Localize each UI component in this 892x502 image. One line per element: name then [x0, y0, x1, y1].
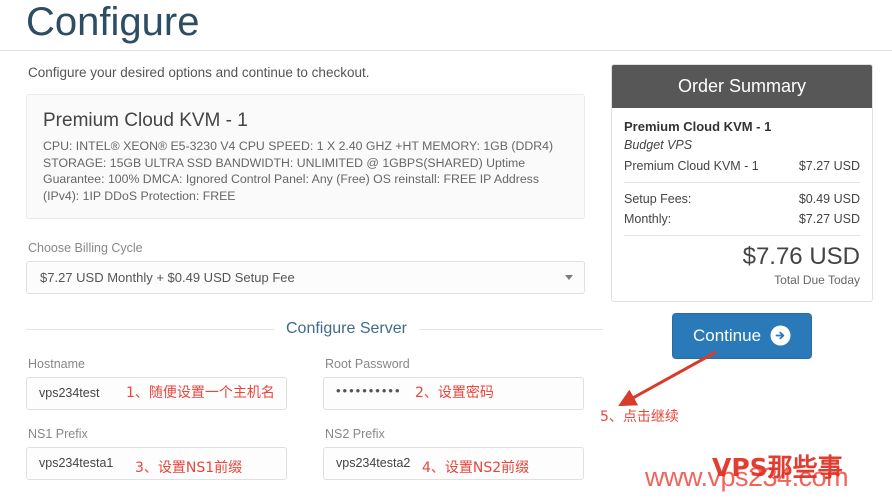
chevron-down-icon: [565, 275, 573, 280]
order-line-item-label: Premium Cloud KVM - 1: [624, 159, 759, 173]
root-password-input[interactable]: ••••••••••: [323, 377, 584, 410]
hostname-value: vps234test: [39, 386, 100, 400]
hostname-input[interactable]: vps234test: [26, 377, 287, 410]
product-description: CPU: INTEL® XEON® E5-3230 V4 CPU SPEED: …: [43, 139, 554, 203]
order-fee-monthly: Monthly: $7.27 USD: [624, 209, 860, 229]
order-product-name: Premium Cloud KVM - 1: [624, 119, 772, 134]
hostname-field-group: Hostname vps234test: [26, 356, 287, 410]
root-password-label: Root Password: [325, 357, 410, 371]
product-name: Premium Cloud KVM - 1: [43, 110, 248, 131]
ns1-prefix-input[interactable]: vps234testa1: [26, 447, 287, 480]
root-password-value: ••••••••••: [336, 383, 402, 398]
order-total-amount: $7.76 USD: [742, 243, 860, 270]
order-line-item-amount: $7.27 USD: [798, 159, 860, 173]
arrow-circle-right-icon: [770, 325, 791, 346]
watermark-brand: VPS那些事: [712, 453, 843, 482]
ns1-prefix-value: vps234testa1: [39, 456, 114, 470]
annotation-arrow-icon: [618, 350, 717, 407]
billing-cycle-value: $7.27 USD Monthly + $0.49 USD Setup Fee: [40, 270, 295, 285]
ns2-prefix-input[interactable]: vps234testa2: [323, 447, 584, 480]
configure-page: Configure Configure your desired options…: [0, 0, 892, 502]
ns1-prefix-label: NS1 Prefix: [28, 427, 88, 441]
page-title: Configure: [26, 0, 200, 44]
order-summary-body: Premium Cloud KVM - 1 Budget VPS Premium…: [612, 108, 872, 301]
watermark-url: www.vps234.com: [645, 462, 849, 492]
billing-cycle-group: Choose Billing Cycle $7.27 USD Monthly +…: [26, 240, 585, 294]
order-fee-monthly-amount: $7.27 USD: [798, 212, 860, 226]
divider-line-right: [418, 328, 603, 330]
order-divider-1: [624, 182, 860, 183]
annotation-continue: 5、点击继续: [600, 409, 679, 425]
product-summary-box: Premium Cloud KVM - 1 CPU: INTEL® XEON® …: [26, 94, 585, 219]
ns2-prefix-value: vps234testa2: [336, 456, 411, 470]
ns2-prefix-label: NS2 Prefix: [325, 427, 385, 441]
configure-server-title: Configure Server: [286, 320, 407, 337]
order-fee-setup-label: Setup Fees:: [624, 192, 692, 206]
order-divider-2: [624, 235, 860, 236]
order-fee-setup: Setup Fees: $0.49 USD: [624, 189, 860, 209]
billing-cycle-select[interactable]: $7.27 USD Monthly + $0.49 USD Setup Fee: [26, 261, 585, 294]
order-summary-title: Order Summary: [612, 65, 872, 108]
ns2-prefix-field-group: NS2 Prefix vps234testa2: [323, 426, 584, 480]
intro-text: Configure your desired options and conti…: [28, 65, 370, 80]
order-line-item: Premium Cloud KVM - 1 $7.27 USD: [624, 156, 860, 176]
order-total-label: Total Due Today: [774, 273, 860, 287]
ns1-prefix-field-group: NS1 Prefix vps234testa1: [26, 426, 287, 480]
order-fee-monthly-label: Monthly:: [624, 212, 672, 226]
order-summary-panel: Order Summary Premium Cloud KVM - 1 Budg…: [611, 64, 873, 302]
configure-form-column: Premium Cloud KVM - 1 CPU: INTEL® XEON® …: [26, 94, 603, 480]
form-row-2: NS1 Prefix vps234testa1 NS2 Prefix vps23…: [26, 426, 585, 480]
billing-cycle-label: Choose Billing Cycle: [28, 241, 143, 255]
configure-server-divider: Configure Server: [26, 318, 603, 340]
continue-button-label: Continue: [692, 325, 762, 345]
continue-button-wrap: Continue: [611, 313, 873, 359]
form-row-1: Hostname vps234test Root Password ••••••…: [26, 356, 585, 410]
divider-line-left: [26, 328, 274, 330]
continue-button[interactable]: Continue: [671, 313, 813, 359]
title-divider: [0, 50, 892, 51]
order-fee-setup-amount: $0.49 USD: [798, 192, 860, 206]
root-password-field-group: Root Password ••••••••••: [323, 356, 584, 410]
order-product-group: Budget VPS: [624, 138, 693, 152]
hostname-label: Hostname: [28, 357, 85, 371]
